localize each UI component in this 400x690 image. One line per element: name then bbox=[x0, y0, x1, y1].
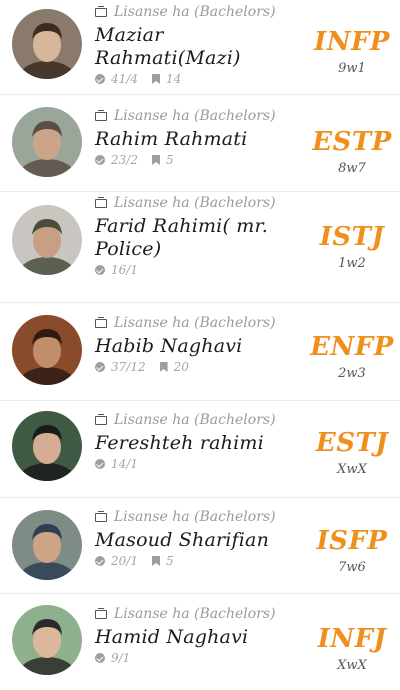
character-name[interactable]: Fereshteh rahimi bbox=[95, 432, 304, 455]
series-label: Lisanse ha (Bachelors) bbox=[114, 509, 276, 525]
subtitle: Lisanse ha (Bachelors) bbox=[95, 605, 304, 623]
subtitle: Lisanse ha (Bachelors) bbox=[95, 3, 304, 21]
personality-type: ISTJ 1w2 bbox=[304, 222, 400, 271]
check-icon bbox=[95, 155, 105, 165]
stats: 41/4 14 bbox=[95, 72, 304, 86]
row-divider bbox=[0, 191, 400, 192]
tv-icon bbox=[95, 197, 108, 209]
subtitle: Lisanse ha (Bachelors) bbox=[95, 194, 304, 212]
tv-icon bbox=[95, 6, 108, 18]
series-label: Lisanse ha (Bachelors) bbox=[114, 315, 276, 331]
character-info: Lisanse ha (Bachelors) Rahim Rahmati 23/2 5 bbox=[95, 107, 304, 167]
character-info: Lisanse ha (Bachelors) Fereshteh rahimi 14… bbox=[95, 411, 304, 471]
subtitle: Lisanse ha (Bachelors) bbox=[95, 314, 304, 332]
personality-type: INFJ XwX bbox=[304, 624, 400, 673]
avatar[interactable] bbox=[12, 9, 82, 79]
enneagram-type: 2w3 bbox=[338, 366, 366, 381]
subtitle: Lisanse ha (Bachelors) bbox=[95, 107, 304, 125]
check-icon bbox=[95, 459, 105, 469]
check-icon bbox=[95, 556, 105, 566]
subtitle: Lisanse ha (Bachelors) bbox=[95, 508, 304, 526]
check-icon bbox=[95, 362, 105, 372]
avatar[interactable] bbox=[12, 205, 82, 275]
personality-type: ESTP 8w7 bbox=[304, 127, 400, 176]
tv-icon bbox=[95, 317, 108, 329]
character-list: Lisanse ha (Bachelors) Maziar Rahmati(Maz… bbox=[0, 0, 400, 690]
character-name[interactable]: Masoud Sharifian bbox=[95, 529, 304, 552]
mbti-type: INFP bbox=[314, 27, 390, 57]
stats: 20/1 5 bbox=[95, 554, 304, 568]
stats: 16/1 bbox=[95, 263, 304, 277]
series-label: Lisanse ha (Bachelors) bbox=[114, 4, 276, 20]
bookmark-icon bbox=[151, 556, 160, 566]
series-label: Lisanse ha (Bachelors) bbox=[114, 108, 276, 124]
series-label: Lisanse ha (Bachelors) bbox=[114, 606, 276, 622]
character-name[interactable]: Farid Rahimi( mr. Police) bbox=[95, 215, 304, 261]
row-divider bbox=[0, 497, 400, 498]
vote-count: 20/1 bbox=[111, 554, 138, 568]
comment-count: 14 bbox=[165, 72, 182, 86]
row-divider bbox=[0, 302, 400, 303]
personality-type: ESTJ XwX bbox=[304, 428, 400, 477]
vote-count: 23/2 bbox=[111, 153, 138, 167]
check-icon bbox=[95, 265, 105, 275]
bookmark-icon bbox=[151, 155, 160, 165]
personality-type: ISFP 7w6 bbox=[304, 526, 400, 575]
character-info: Lisanse ha (Bachelors) Habib Naghavi 37/12… bbox=[95, 314, 304, 374]
mbti-type: INFJ bbox=[317, 624, 387, 654]
character-name[interactable]: Habib Naghavi bbox=[95, 335, 304, 358]
enneagram-type: XwX bbox=[337, 462, 367, 477]
series-label: Lisanse ha (Bachelors) bbox=[114, 412, 276, 428]
enneagram-type: 8w7 bbox=[338, 161, 366, 176]
vote-count: 16/1 bbox=[111, 263, 138, 277]
avatar[interactable] bbox=[12, 605, 82, 675]
stats: 37/12 20 bbox=[95, 360, 304, 374]
enneagram-type: XwX bbox=[337, 658, 367, 673]
mbti-type: ESTJ bbox=[315, 428, 389, 458]
bookmark-icon bbox=[159, 362, 168, 372]
mbti-type: ISTJ bbox=[319, 222, 385, 252]
personality-type: INFP 9w1 bbox=[304, 27, 400, 76]
comment-count: 5 bbox=[165, 554, 174, 568]
row-divider bbox=[0, 94, 400, 95]
tv-icon bbox=[95, 414, 108, 426]
mbti-type: ESTP bbox=[312, 127, 392, 157]
row-divider bbox=[0, 593, 400, 594]
enneagram-type: 9w1 bbox=[338, 61, 366, 76]
stats: 9/1 bbox=[95, 651, 304, 665]
avatar[interactable] bbox=[12, 510, 82, 580]
stats: 23/2 5 bbox=[95, 153, 304, 167]
tv-icon bbox=[95, 110, 108, 122]
series-label: Lisanse ha (Bachelors) bbox=[114, 195, 276, 211]
check-icon bbox=[95, 653, 105, 663]
character-info: Lisanse ha (Bachelors) Farid Rahimi( mr. … bbox=[95, 194, 304, 277]
bookmark-icon bbox=[151, 74, 160, 84]
comment-count: 20 bbox=[173, 360, 189, 374]
vote-count: 41/4 bbox=[111, 72, 138, 86]
tv-icon bbox=[95, 608, 108, 620]
stats: 14/1 bbox=[95, 457, 304, 471]
row-divider bbox=[0, 400, 400, 401]
mbti-type: ENFP bbox=[310, 332, 394, 362]
character-name[interactable]: Rahim Rahmati bbox=[95, 128, 304, 151]
comment-count: 5 bbox=[165, 153, 174, 167]
check-icon bbox=[95, 74, 105, 84]
enneagram-type: 7w6 bbox=[338, 560, 366, 575]
enneagram-type: 1w2 bbox=[338, 256, 366, 271]
character-info: Lisanse ha (Bachelors) Hamid Naghavi 9/1 bbox=[95, 605, 304, 665]
personality-type: ENFP 2w3 bbox=[304, 332, 400, 381]
character-name[interactable]: Maziar Rahmati(Mazi) bbox=[95, 24, 304, 70]
character-info: Lisanse ha (Bachelors) Masoud Sharifian 20… bbox=[95, 508, 304, 568]
character-name[interactable]: Hamid Naghavi bbox=[95, 626, 304, 649]
character-info: Lisanse ha (Bachelors) Maziar Rahmati(Maz… bbox=[95, 3, 304, 86]
vote-count: 37/12 bbox=[111, 360, 146, 374]
vote-count: 14/1 bbox=[111, 457, 138, 471]
vote-count: 9/1 bbox=[111, 651, 131, 665]
mbti-type: ISFP bbox=[316, 526, 388, 556]
tv-icon bbox=[95, 511, 108, 523]
avatar[interactable] bbox=[12, 411, 82, 481]
subtitle: Lisanse ha (Bachelors) bbox=[95, 411, 304, 429]
avatar[interactable] bbox=[12, 107, 82, 177]
avatar[interactable] bbox=[12, 315, 82, 385]
